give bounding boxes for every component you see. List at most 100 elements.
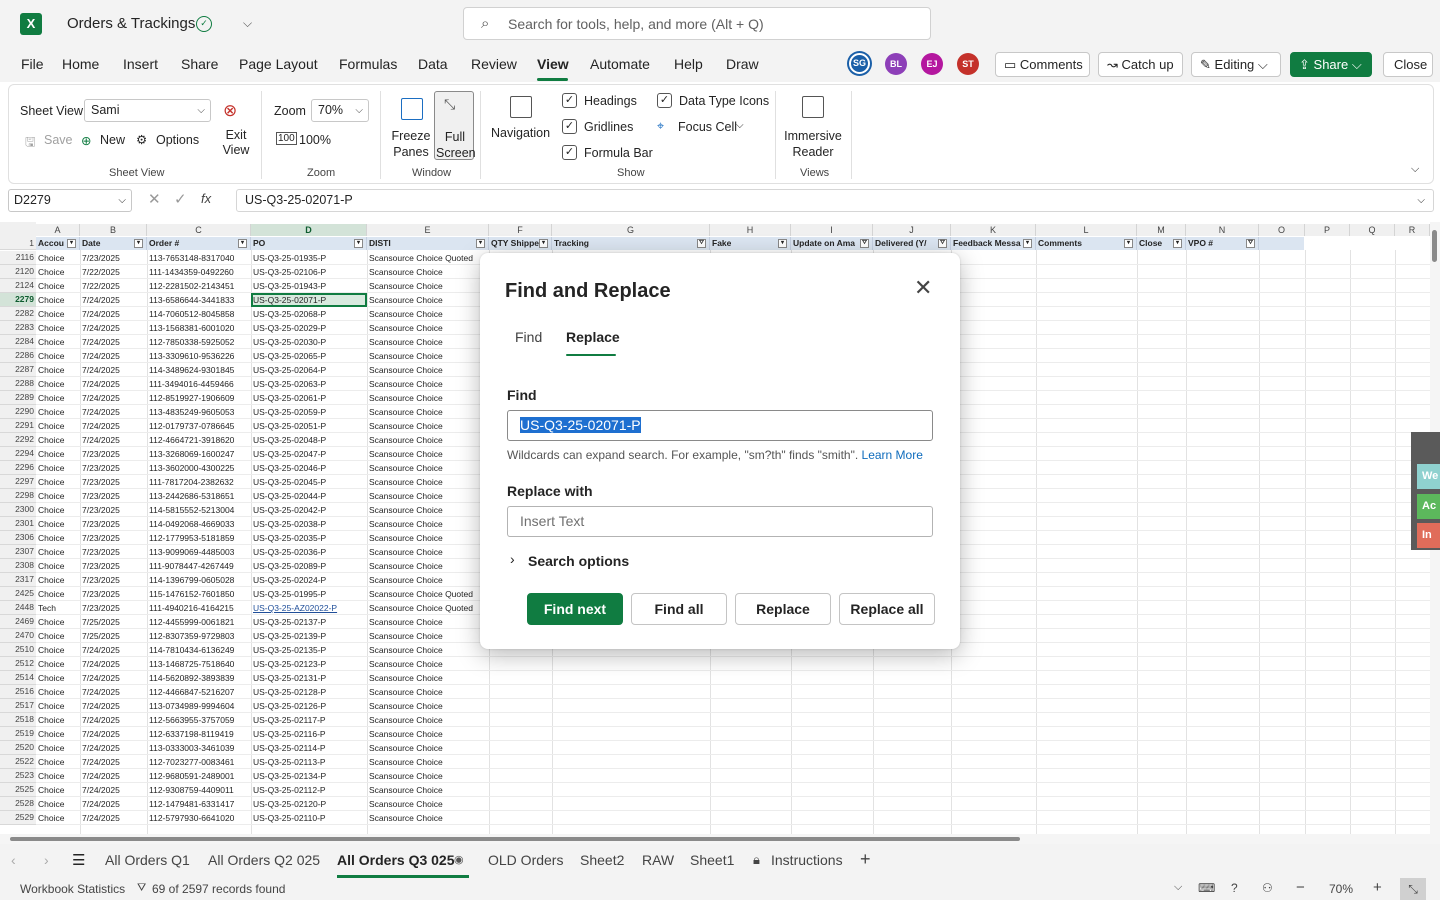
- filter-dropdown-icon[interactable]: ▾: [354, 239, 363, 248]
- row-header[interactable]: 2284: [0, 335, 36, 349]
- horizontal-scrollbar[interactable]: [0, 834, 1440, 844]
- menu-home[interactable]: Home: [62, 56, 99, 72]
- table-cell[interactable]: 7/23/2025: [80, 447, 147, 461]
- table-cell[interactable]: 113-7653148-8317040: [147, 251, 251, 265]
- table-cell[interactable]: 7/24/2025: [80, 643, 147, 657]
- replace-button[interactable]: Replace: [735, 593, 831, 625]
- menu-formulas[interactable]: Formulas: [339, 56, 397, 72]
- row-header[interactable]: 2522: [0, 755, 36, 769]
- avatar-st[interactable]: ST: [957, 53, 979, 75]
- table-cell[interactable]: Choice: [36, 363, 80, 377]
- table-cell[interactable]: Scansource Choice: [367, 433, 491, 447]
- table-cell[interactable]: 112-7023277-0083461: [147, 755, 251, 769]
- table-cell[interactable]: 112-9680591-2489001: [147, 769, 251, 783]
- cell-po[interactable]: US-Q3-25-01943-P: [251, 279, 367, 293]
- menu-view[interactable]: View: [537, 56, 569, 72]
- table-cell[interactable]: Choice: [36, 755, 80, 769]
- filter-dropdown-icon[interactable]: ▾: [134, 239, 143, 248]
- tab-sheet1[interactable]: Sheet1: [690, 852, 734, 868]
- table-cell[interactable]: Choice: [36, 629, 80, 643]
- table-cell[interactable]: Choice: [36, 321, 80, 335]
- column-header-q[interactable]: Q: [1350, 224, 1395, 236]
- table-cell[interactable]: 114-0492068-4669033: [147, 517, 251, 531]
- gridlines-checkbox[interactable]: ✓: [562, 119, 577, 134]
- excel-logo-icon[interactable]: X: [20, 13, 42, 35]
- row-header[interactable]: 2283: [0, 321, 36, 335]
- row-header[interactable]: 2470: [0, 629, 36, 643]
- table-cell[interactable]: 7/25/2025: [80, 629, 147, 643]
- table-cell[interactable]: 7/23/2025: [80, 475, 147, 489]
- table-cell[interactable]: 114-1396799-0605028: [147, 573, 251, 587]
- table-cell[interactable]: 7/24/2025: [80, 391, 147, 405]
- menu-review[interactable]: Review: [471, 56, 517, 72]
- row-header[interactable]: 2517: [0, 699, 36, 713]
- cell-po[interactable]: US-Q3-25-02042-P: [251, 503, 367, 517]
- table-cell[interactable]: Scansource Choice: [367, 615, 491, 629]
- filter-dropdown-icon[interactable]: ⛛: [697, 239, 706, 248]
- menu-insert[interactable]: Insert: [123, 56, 158, 72]
- table-cell[interactable]: 112-0179737-0786645: [147, 419, 251, 433]
- table-cell[interactable]: Choice: [36, 307, 80, 321]
- row-header[interactable]: 2525: [0, 783, 36, 797]
- table-cell[interactable]: Choice: [36, 461, 80, 475]
- table-cell[interactable]: 7/24/2025: [80, 335, 147, 349]
- row-header[interactable]: 2307: [0, 545, 36, 559]
- catchup-button[interactable]: ↝ Catch up: [1098, 52, 1183, 77]
- table-cell[interactable]: Scansource Choice: [367, 307, 491, 321]
- exit-view-button[interactable]: Exit View: [221, 128, 251, 158]
- table-cell[interactable]: Choice: [36, 699, 80, 713]
- table-cell[interactable]: 7/24/2025: [80, 769, 147, 783]
- table-cell[interactable]: Choice: [36, 503, 80, 517]
- table-cell[interactable]: 113-9099069-4485003: [147, 545, 251, 559]
- row-header[interactable]: 2290: [0, 405, 36, 419]
- focus-cell-button[interactable]: Focus Cell: [678, 120, 737, 134]
- table-cell[interactable]: 7/23/2025: [80, 601, 147, 615]
- table-cell[interactable]: Scansource Choice: [367, 279, 491, 293]
- column-header-c[interactable]: C: [147, 224, 251, 236]
- table-cell[interactable]: 112-4455999-0061821: [147, 615, 251, 629]
- table-cell[interactable]: Choice: [36, 251, 80, 265]
- table-cell[interactable]: Scansource Choice: [367, 475, 491, 489]
- filter-dropdown-icon[interactable]: ▾: [539, 239, 548, 248]
- menu-file[interactable]: File: [21, 56, 44, 72]
- table-cell[interactable]: Scansource Choice Quoted: [367, 601, 491, 615]
- headings-checkbox[interactable]: ✓: [562, 93, 577, 108]
- row-header[interactable]: 2286: [0, 349, 36, 363]
- name-box[interactable]: D2279 ⌵: [8, 189, 132, 212]
- table-cell[interactable]: Scansource Choice: [367, 405, 491, 419]
- table-cell[interactable]: Choice: [36, 713, 80, 727]
- cell-po[interactable]: US-Q3-25-02106-P: [251, 265, 367, 279]
- horizontal-scroll-thumb[interactable]: [10, 837, 1020, 841]
- column-header-n[interactable]: N: [1186, 224, 1259, 236]
- table-cell[interactable]: 7/23/2025: [80, 503, 147, 517]
- table-cell[interactable]: Scansource Choice: [367, 797, 491, 811]
- filter-dropdown-icon[interactable]: ▾: [67, 239, 76, 248]
- table-cell[interactable]: 112-8307359-9729803: [147, 629, 251, 643]
- cell-po[interactable]: US-Q3-25-02071-P: [251, 293, 367, 307]
- row-header[interactable]: 2289: [0, 391, 36, 405]
- table-cell[interactable]: 7/23/2025: [80, 517, 147, 531]
- table-cell[interactable]: 112-5797930-6641020: [147, 811, 251, 825]
- cell-po[interactable]: US-Q3-25-02135-P: [251, 643, 367, 657]
- cell-po[interactable]: US-Q3-25-02137-P: [251, 615, 367, 629]
- formula-input[interactable]: US-Q3-25-02071-P ⌵: [236, 189, 1434, 212]
- row-header[interactable]: 2296: [0, 461, 36, 475]
- navigation-button[interactable]: Navigation: [491, 126, 550, 140]
- feedback-icon[interactable]: ⚇: [1262, 881, 1273, 895]
- table-cell[interactable]: Scansource Choice Quoted: [367, 587, 491, 601]
- cell-po[interactable]: US-Q3-25-02047-P: [251, 447, 367, 461]
- table-cell[interactable]: 7/24/2025: [80, 741, 147, 755]
- keyboard-icon[interactable]: ⌨: [1198, 881, 1215, 895]
- menu-page-layout[interactable]: Page Layout: [239, 56, 318, 72]
- table-cell[interactable]: Scansource Choice: [367, 489, 491, 503]
- cell-po[interactable]: US-Q3-25-02036-P: [251, 545, 367, 559]
- row-header[interactable]: 2448: [0, 601, 36, 615]
- filter-dropdown-icon[interactable]: ▾: [1173, 239, 1182, 248]
- table-cell[interactable]: Scansource Choice: [367, 685, 491, 699]
- table-cell[interactable]: Choice: [36, 265, 80, 279]
- freeze-panes-button[interactable]: Freeze Panes: [389, 128, 433, 160]
- table-cell[interactable]: Choice: [36, 797, 80, 811]
- table-cell[interactable]: Scansource Choice: [367, 699, 491, 713]
- column-header-j[interactable]: J: [873, 224, 951, 236]
- cell-po[interactable]: US-Q3-25-02089-P: [251, 559, 367, 573]
